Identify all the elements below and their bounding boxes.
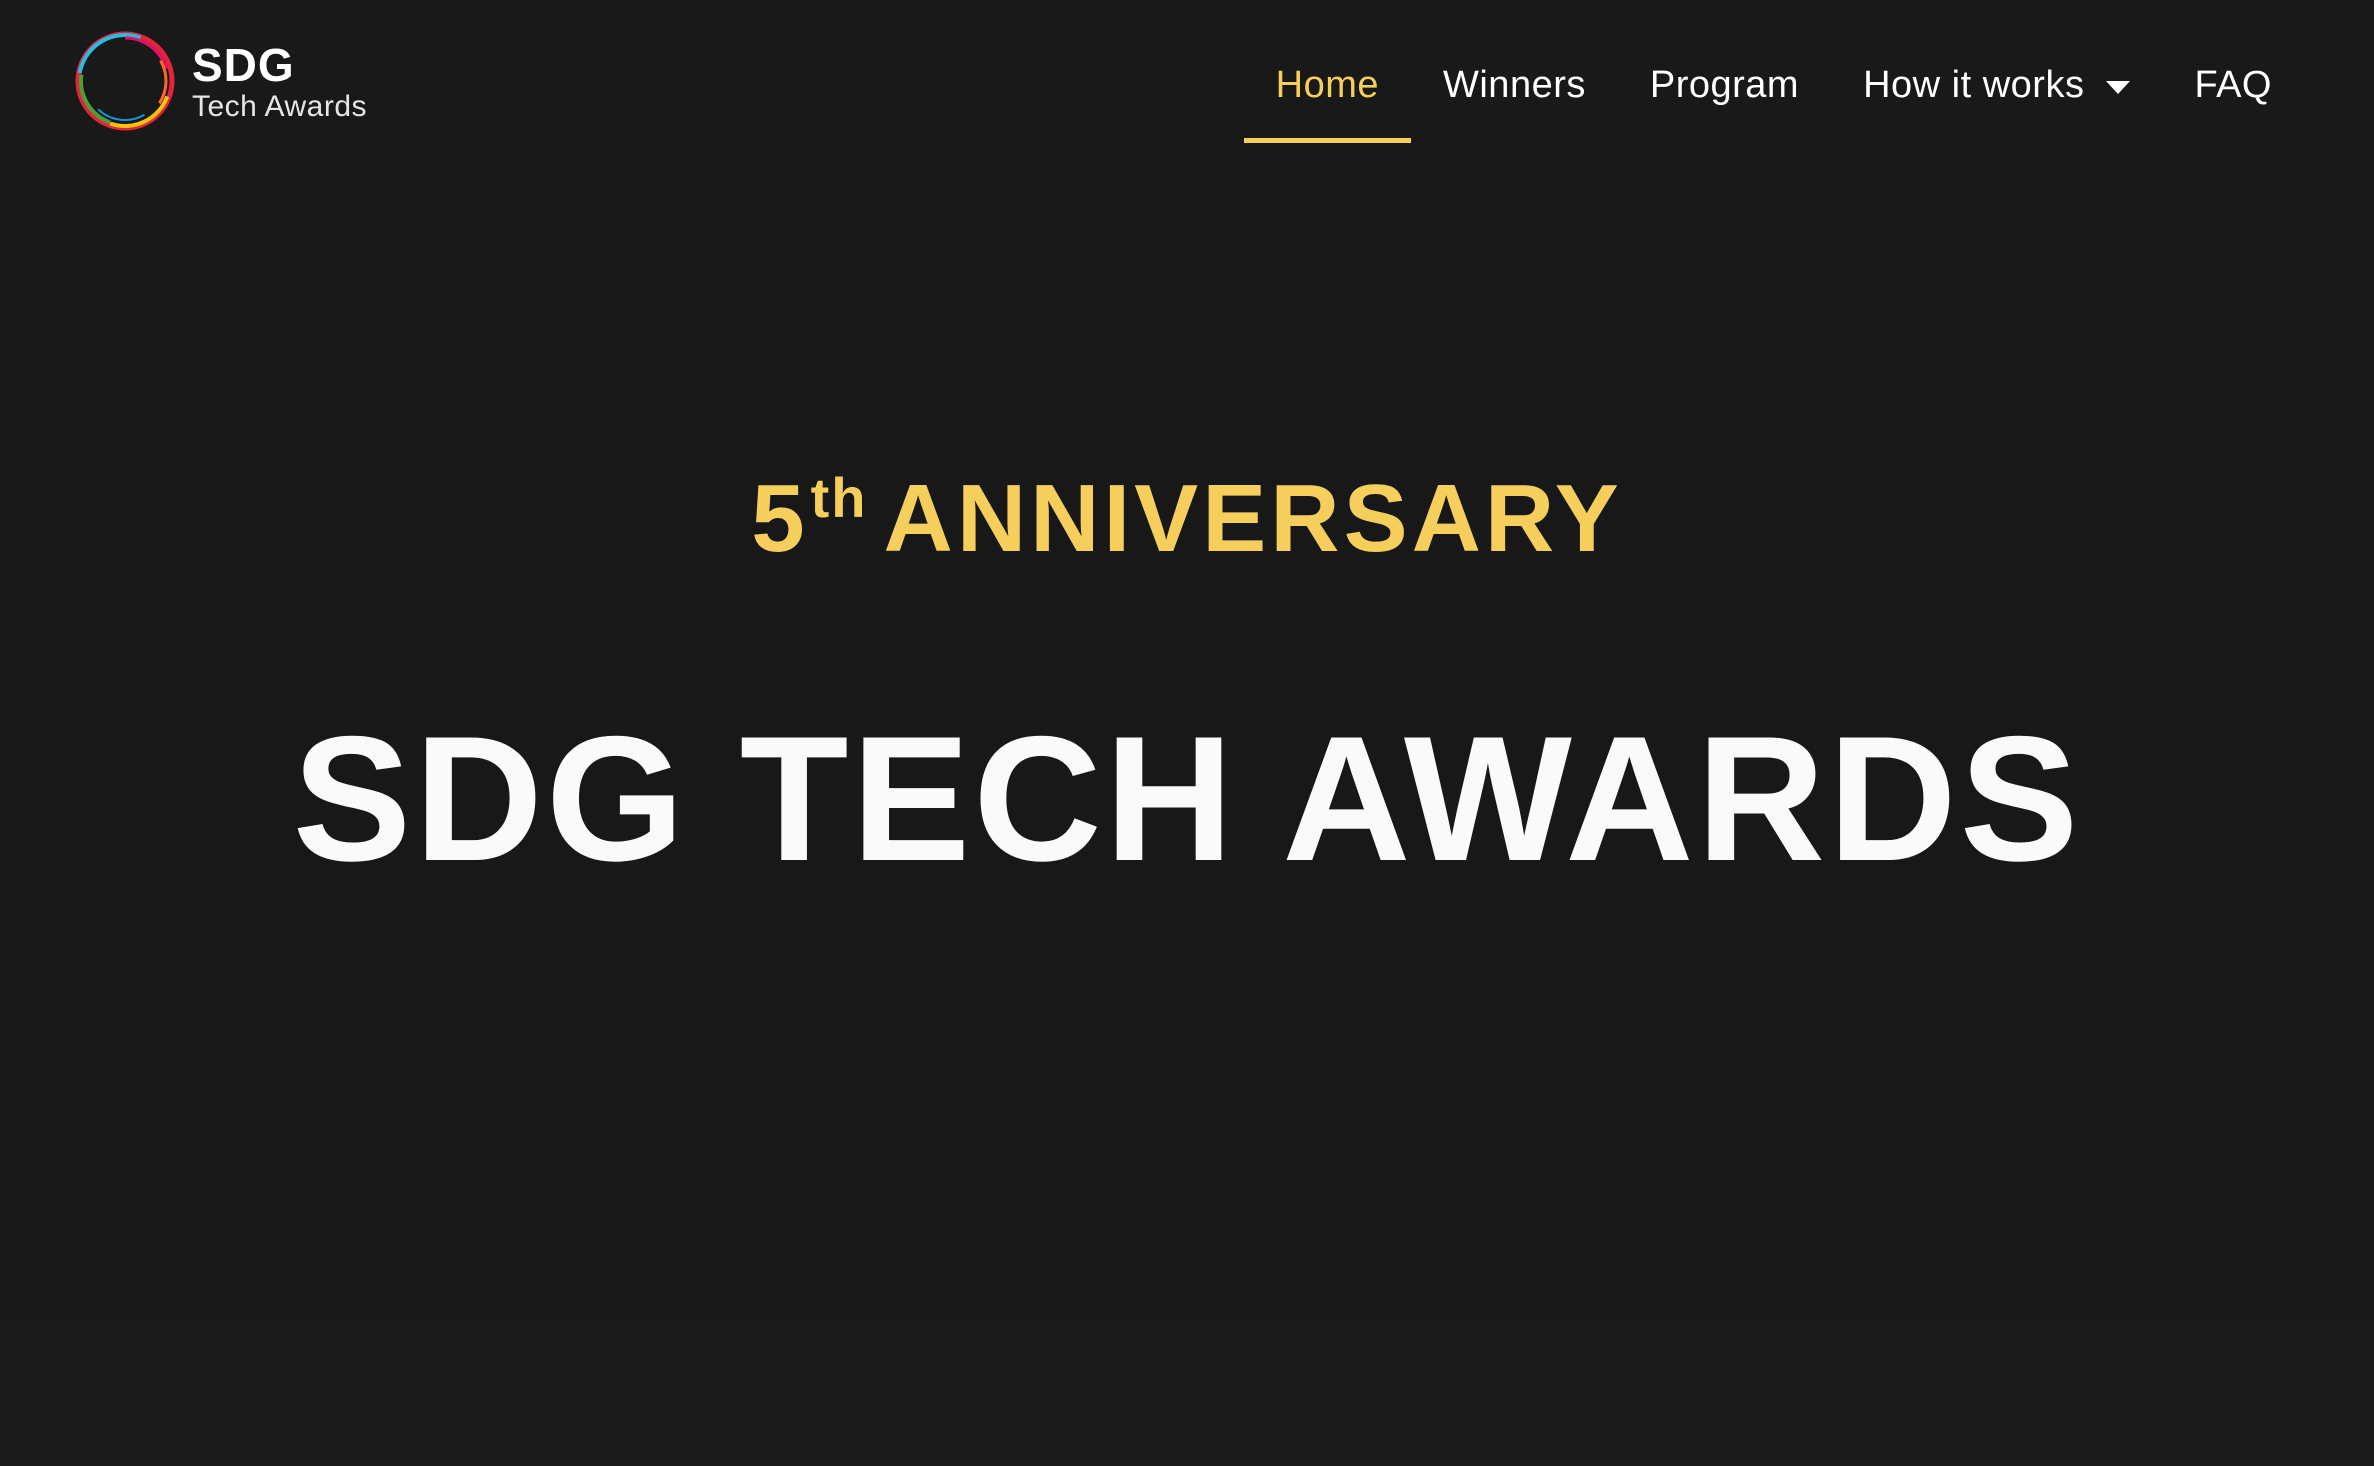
sdg-color-ring-icon xyxy=(75,31,175,131)
brand-subtitle: Tech Awards xyxy=(192,90,368,123)
brand-text: SDG Tech Awards xyxy=(192,40,367,122)
nav-item-program[interactable]: Program xyxy=(1618,27,1831,143)
site-header: SDG Tech Awards Home Winners Program How… xyxy=(0,0,2374,170)
nav-item-winners[interactable]: Winners xyxy=(1411,27,1618,143)
hero-title: SDG TECH AWARDS xyxy=(292,699,2082,898)
anniversary-number: 5 xyxy=(751,465,809,572)
main-nav: Home Winners Program How it works FAQ xyxy=(1243,0,2304,170)
brand-title: SDG xyxy=(192,39,295,91)
nav-item-label: Winners xyxy=(1443,63,1586,106)
nav-item-label: Home xyxy=(1275,63,1379,106)
nav-item-how-it-works[interactable]: How it works xyxy=(1831,27,2162,143)
page: SDG Tech Awards Home Winners Program How… xyxy=(0,0,2374,1466)
anniversary-label: ANNIVERSARY xyxy=(883,465,1623,572)
nav-item-home[interactable]: Home xyxy=(1243,27,1412,143)
nav-item-faq[interactable]: FAQ xyxy=(2162,27,2304,143)
nav-item-label: FAQ xyxy=(2194,63,2272,106)
chevron-down-icon xyxy=(2106,80,2131,94)
page-bottom-band xyxy=(0,1320,2374,1466)
nav-item-label: Program xyxy=(1649,63,1800,106)
hero-banner: 5th ANNIVERSARY SDG TECH AWARDS xyxy=(0,290,2374,1320)
anniversary-heading: 5th ANNIVERSARY xyxy=(0,470,2374,567)
brand-logo-link[interactable]: SDG Tech Awards xyxy=(70,26,367,136)
nav-item-label: How it works xyxy=(1863,63,2085,106)
anniversary-ordinal-suffix: th xyxy=(810,466,868,529)
